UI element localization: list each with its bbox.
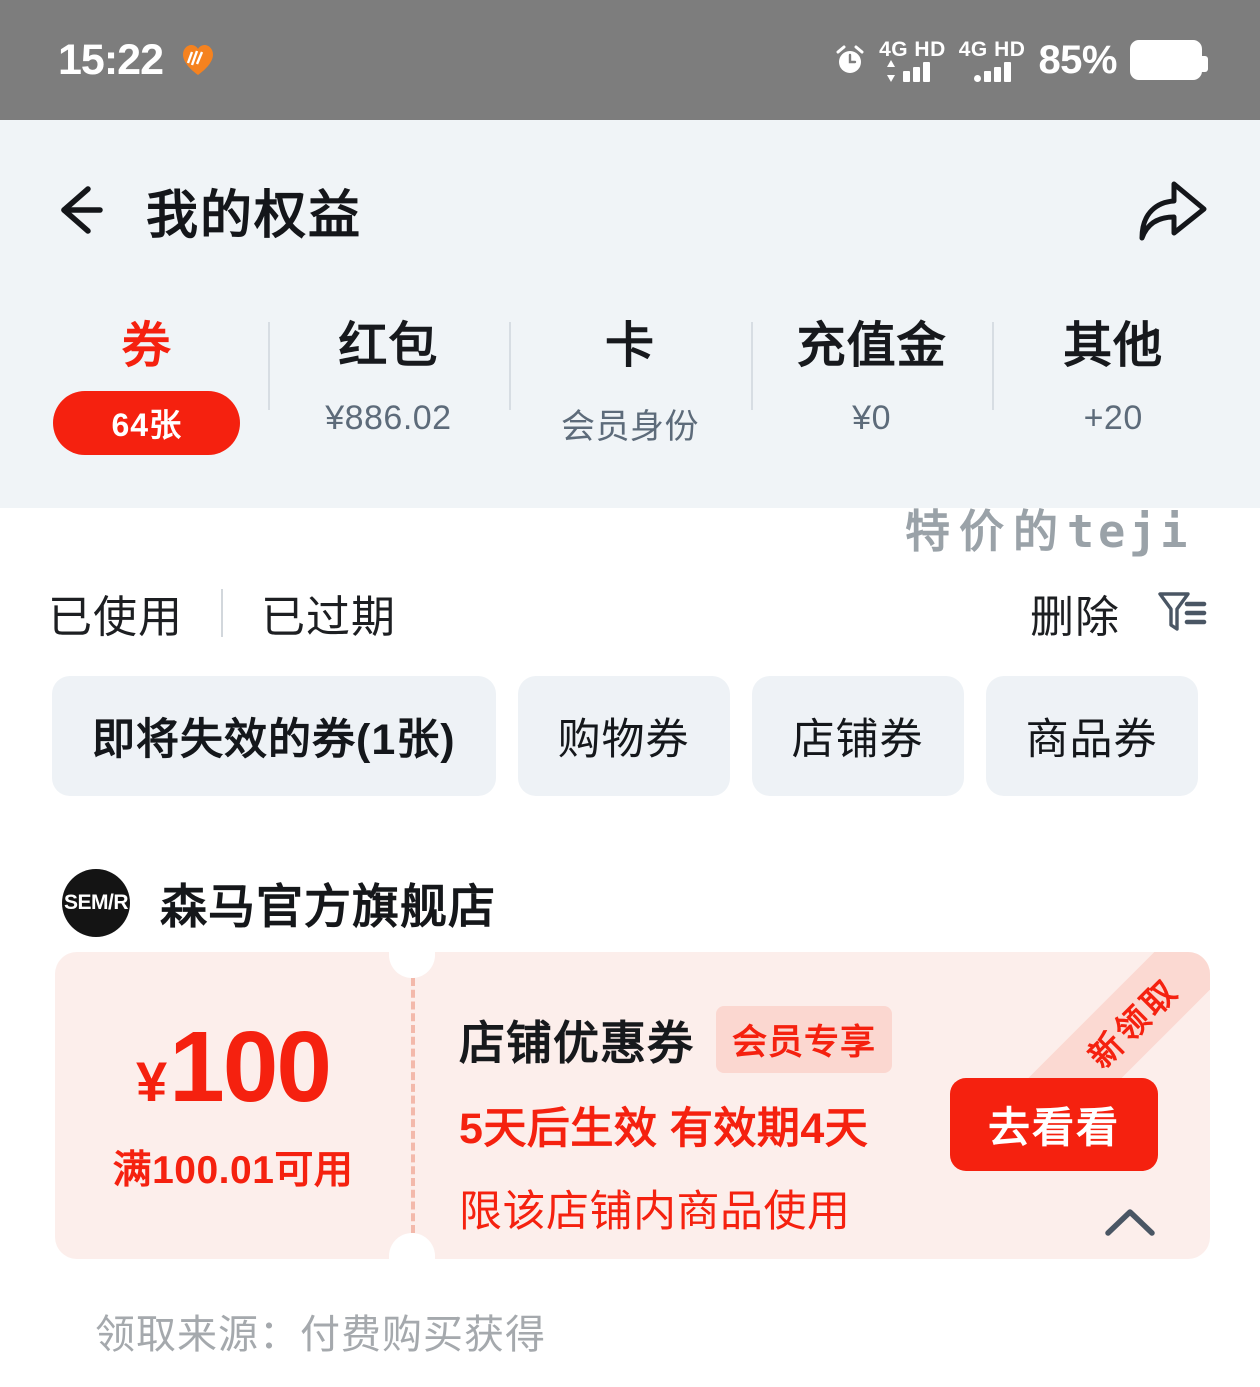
watermark: 特价的teji <box>905 495 1260 560</box>
tab-recharge[interactable]: 充值金 ¥0 <box>750 300 993 438</box>
filter-funnel-icon[interactable] <box>1154 584 1212 642</box>
tab-recharge-value: ¥0 <box>852 399 891 437</box>
sim2-signal: 4G HD <box>959 39 1026 82</box>
tab-card[interactable]: 卡 会员身份 <box>509 300 751 448</box>
navigation-bar: 我的权益 <box>0 120 1260 300</box>
tab-coupons-label: 券 <box>121 319 172 373</box>
share-arrow-icon[interactable] <box>1134 176 1208 246</box>
back-arrow-icon[interactable] <box>48 179 110 241</box>
tab-card-label: 卡 <box>604 319 655 373</box>
go-look-button[interactable]: 去看看 <box>949 1078 1158 1171</box>
tab-other[interactable]: 其他 +20 <box>992 300 1234 438</box>
tab-coupons[interactable]: 券 64张 <box>26 300 268 455</box>
coupon-card[interactable]: ¥ 100 满100.01可用 店铺优惠券 会员专享 5天后生效 有效期4天 限… <box>55 952 1210 1259</box>
chip-expiring-soon[interactable]: 即将失效的券(1张) <box>52 676 496 796</box>
sim2-network-label: 4G HD <box>958 37 1026 61</box>
coupon-currency: ¥ <box>135 1049 168 1113</box>
sim1-network-label: 4G HD <box>879 37 946 61</box>
chip-store-coupon[interactable]: 店铺券 <box>751 676 964 796</box>
used-coupons-link[interactable]: 已使用 <box>48 581 183 645</box>
data-transfer-icon <box>887 59 896 82</box>
coupon-amount: ¥ 100 <box>135 1010 332 1123</box>
status-bar-right: 4G HD 4G HD 85% <box>834 37 1208 83</box>
expired-coupons-link[interactable]: 已过期 <box>261 581 396 645</box>
chip-shopping-coupon[interactable]: 购物券 <box>517 676 730 796</box>
chip-product-coupon[interactable]: 商品券 <box>985 676 1198 796</box>
status-bar-left: 15:22 <box>58 36 215 85</box>
coupon-filter-chips: 即将失效的券(1张) 购物券 店铺券 商品券 <box>0 676 1260 796</box>
coupon-source-text: 领取来源：付费购买获得 <box>95 1313 546 1357</box>
coupon-type-title: 店铺优惠券 <box>459 1016 694 1069</box>
coupon-scope: 限该店铺内商品使用 <box>459 1188 851 1236</box>
tab-redpacket[interactable]: 红包 ¥886.02 <box>267 300 510 438</box>
sim2-bars <box>973 61 1011 82</box>
shop-logo: SEM/R <box>62 868 130 937</box>
sim1-signal: 4G HD <box>879 39 946 82</box>
status-bar-clock: 15:22 <box>58 35 164 84</box>
coupon-threshold: 满100.01可用 <box>112 1148 354 1192</box>
chevron-up-icon[interactable] <box>1102 1203 1158 1241</box>
tab-redpacket-label: 红包 <box>338 319 439 373</box>
battery-icon <box>1130 40 1208 80</box>
tab-recharge-label: 充值金 <box>796 319 947 373</box>
filter-row: 已使用 已过期 删除 <box>0 565 1260 661</box>
header-panel: 我的权益 券 64张 红包 ¥886.02 卡 会员身份 充值金 ¥0 其他 +… <box>0 120 1260 508</box>
tab-coupons-badge: 64张 <box>53 391 241 455</box>
filter-divider <box>221 589 223 637</box>
filter-row-left: 已使用 已过期 <box>48 581 396 645</box>
heart-icon <box>181 43 215 77</box>
tab-other-label: 其他 <box>1063 319 1164 373</box>
tab-redpacket-value: ¥886.02 <box>325 399 452 437</box>
delete-button[interactable]: 删除 <box>1030 581 1120 645</box>
alarm-clock-icon <box>834 44 866 76</box>
watermark-cn: 特价的 <box>905 506 1068 557</box>
tab-other-value: +20 <box>1083 399 1143 437</box>
member-exclusive-badge: 会员专享 <box>716 1006 893 1073</box>
filter-row-right: 删除 <box>1030 581 1212 645</box>
coupon-value: 100 <box>169 1010 332 1123</box>
benefit-tabs: 券 64张 红包 ¥886.02 卡 会员身份 充值金 ¥0 其他 +20 <box>0 300 1260 455</box>
page-title: 我的权益 <box>146 186 363 245</box>
tab-card-value: 会员身份 <box>560 408 699 446</box>
shop-header[interactable]: SEM/R 森马官方旗舰店 <box>62 868 496 937</box>
status-bar: 15:22 4G HD 4G HD 85% <box>0 0 1260 120</box>
battery-percent: 85% <box>1038 37 1117 82</box>
watermark-en: teji <box>1067 505 1192 558</box>
sim1-bars <box>884 59 940 82</box>
coupon-value-section: ¥ 100 满100.01可用 <box>55 952 411 1259</box>
shop-name: 森马官方旗舰店 <box>160 880 496 933</box>
coupon-dashed-divider <box>411 978 415 1233</box>
